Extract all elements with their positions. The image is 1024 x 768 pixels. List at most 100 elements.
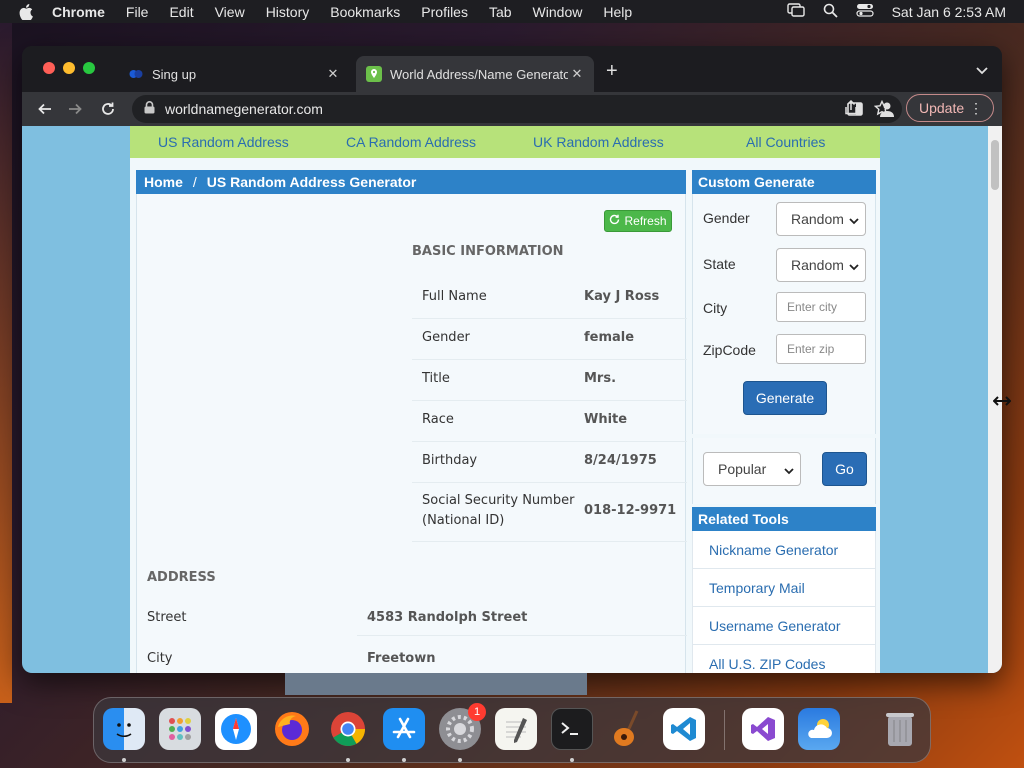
address-value[interactable]: 4583 Randolph Street — [367, 610, 527, 625]
system-settings-icon[interactable]: 1 — [439, 703, 486, 750]
firefox-icon[interactable] — [271, 708, 313, 750]
address-bar[interactable]: worldnamegenerator.com — [132, 95, 902, 123]
menu-edit[interactable]: Edit — [169, 4, 193, 20]
menu-bookmarks[interactable]: Bookmarks — [330, 4, 400, 20]
kebab-menu-icon[interactable]: ⋮ — [969, 100, 983, 117]
tab-close-icon[interactable]: ✕ — [568, 66, 586, 82]
profile-avatar-icon[interactable] — [876, 98, 898, 120]
update-button[interactable]: Update ⋮ — [906, 94, 994, 122]
scrollbar-thumb[interactable] — [991, 140, 999, 190]
info-label: Gender — [422, 330, 470, 345]
gender-select[interactable]: Random — [776, 202, 866, 236]
zipcode-label: ZipCode — [703, 342, 756, 358]
chrome-icon[interactable] — [327, 708, 369, 750]
refresh-label: Refresh — [624, 214, 667, 228]
info-value[interactable]: White — [584, 412, 627, 427]
nav-ca-random-address[interactable]: CA Random Address — [346, 134, 476, 150]
side-panel-icon[interactable] — [844, 98, 866, 120]
spotlight-search-icon[interactable] — [823, 3, 838, 21]
menu-clock[interactable]: Sat Jan 6 2:53 AM — [892, 4, 1006, 20]
info-value[interactable]: 8/24/1975 — [584, 453, 657, 468]
finder-icon[interactable] — [103, 708, 145, 750]
info-label: Birthday — [422, 453, 478, 468]
fullscreen-window-button[interactable] — [83, 62, 95, 74]
related-tools-heading: Related Tools — [692, 507, 876, 531]
menu-window[interactable]: Window — [533, 4, 583, 20]
menu-profiles[interactable]: Profiles — [421, 4, 468, 20]
menu-history[interactable]: History — [266, 4, 310, 20]
tab-search-chevron-icon[interactable] — [976, 62, 988, 80]
page-container: US Random Address CA Random Address UK R… — [130, 126, 880, 673]
menu-chrome[interactable]: Chrome — [52, 4, 105, 20]
breadcrumb-separator: / — [192, 174, 197, 190]
sign-up-favicon-icon — [128, 66, 144, 82]
custom-generate-heading: Custom Generate — [692, 170, 876, 194]
related-tool-username-generator[interactable]: Username Generator — [692, 607, 876, 645]
generate-button[interactable]: Generate — [743, 381, 827, 415]
tab-strip: Sing up ✕ World Address/Name Generator ✕… — [22, 46, 1002, 92]
menu-view[interactable]: View — [215, 4, 245, 20]
info-value[interactable]: Mrs. — [584, 371, 616, 386]
url-text[interactable]: worldnamegenerator.com — [165, 101, 844, 117]
tab-close-icon[interactable]: ✕ — [324, 66, 342, 82]
info-value[interactable]: female — [584, 330, 634, 345]
info-value[interactable]: Kay J Ross — [584, 289, 659, 304]
launchpad-icon[interactable] — [159, 708, 201, 750]
address-row-street: Street 4583 Randolph Street — [137, 604, 687, 644]
refresh-button[interactable]: Refresh — [604, 210, 672, 232]
resize-cursor-icon — [992, 394, 1012, 406]
info-value[interactable]: 018-12-9971 — [584, 503, 676, 518]
apple-icon[interactable] — [18, 3, 34, 20]
back-arrow-icon[interactable] — [34, 98, 56, 120]
lock-icon[interactable] — [144, 101, 155, 117]
desktop-wallpaper — [0, 23, 12, 703]
trash-icon[interactable] — [879, 708, 921, 750]
map-pin-favicon-icon — [366, 66, 382, 82]
forward-arrow-icon[interactable] — [64, 98, 86, 120]
menu-help[interactable]: Help — [603, 4, 632, 20]
info-row-gender: Gender female — [412, 319, 687, 360]
city-label: City — [703, 300, 728, 316]
state-select-value: Random — [791, 257, 844, 273]
safari-icon[interactable] — [215, 708, 257, 750]
visual-studio-icon[interactable] — [742, 708, 784, 750]
running-indicator — [346, 758, 350, 762]
info-row-race: Race White — [412, 401, 687, 442]
screen-mirroring-icon[interactable] — [786, 3, 805, 20]
textedit-icon[interactable] — [495, 708, 537, 750]
zipcode-input[interactable]: Enter zip — [776, 334, 866, 364]
row-divider — [357, 635, 687, 636]
nav-all-countries[interactable]: All Countries — [746, 134, 825, 150]
address-value[interactable]: Freetown — [367, 651, 436, 666]
related-tool-nickname-generator[interactable]: Nickname Generator — [692, 531, 876, 569]
terminal-icon[interactable] — [551, 708, 593, 750]
weather-icon[interactable] — [798, 708, 840, 750]
go-button[interactable]: Go — [822, 452, 867, 486]
state-select[interactable]: Random — [776, 248, 866, 282]
tab-world-address[interactable]: World Address/Name Generator ✕ — [356, 56, 594, 92]
close-window-button[interactable] — [43, 62, 55, 74]
app-store-icon[interactable] — [383, 708, 425, 750]
breadcrumb-home[interactable]: Home — [144, 174, 183, 190]
related-tool-temporary-mail[interactable]: Temporary Mail — [692, 569, 876, 607]
related-tool-zip-codes[interactable]: All U.S. ZIP Codes — [692, 645, 876, 673]
control-center-icon[interactable] — [855, 3, 874, 20]
info-row-ssn: Social Security Number (National ID) 018… — [412, 483, 687, 542]
menu-tab[interactable]: Tab — [489, 4, 512, 20]
dock-separator — [724, 710, 725, 750]
chevron-down-icon — [849, 213, 859, 229]
new-tab-plus-icon[interactable]: + — [606, 60, 618, 83]
city-input[interactable]: Enter city — [776, 292, 866, 322]
breadcrumb: Home / US Random Address Generator — [136, 170, 686, 194]
tab-sign-up[interactable]: Sing up ✕ — [118, 56, 350, 92]
vscode-icon[interactable] — [663, 708, 705, 750]
popular-select-value: Popular — [718, 461, 767, 477]
garageband-icon[interactable] — [607, 708, 649, 750]
nav-us-random-address[interactable]: US Random Address — [158, 134, 289, 150]
popular-select[interactable]: Popular — [703, 452, 801, 486]
nav-uk-random-address[interactable]: UK Random Address — [533, 134, 664, 150]
minimize-window-button[interactable] — [63, 62, 75, 74]
reload-icon[interactable] — [97, 98, 119, 120]
menu-file[interactable]: File — [126, 4, 149, 20]
running-indicator — [402, 758, 406, 762]
